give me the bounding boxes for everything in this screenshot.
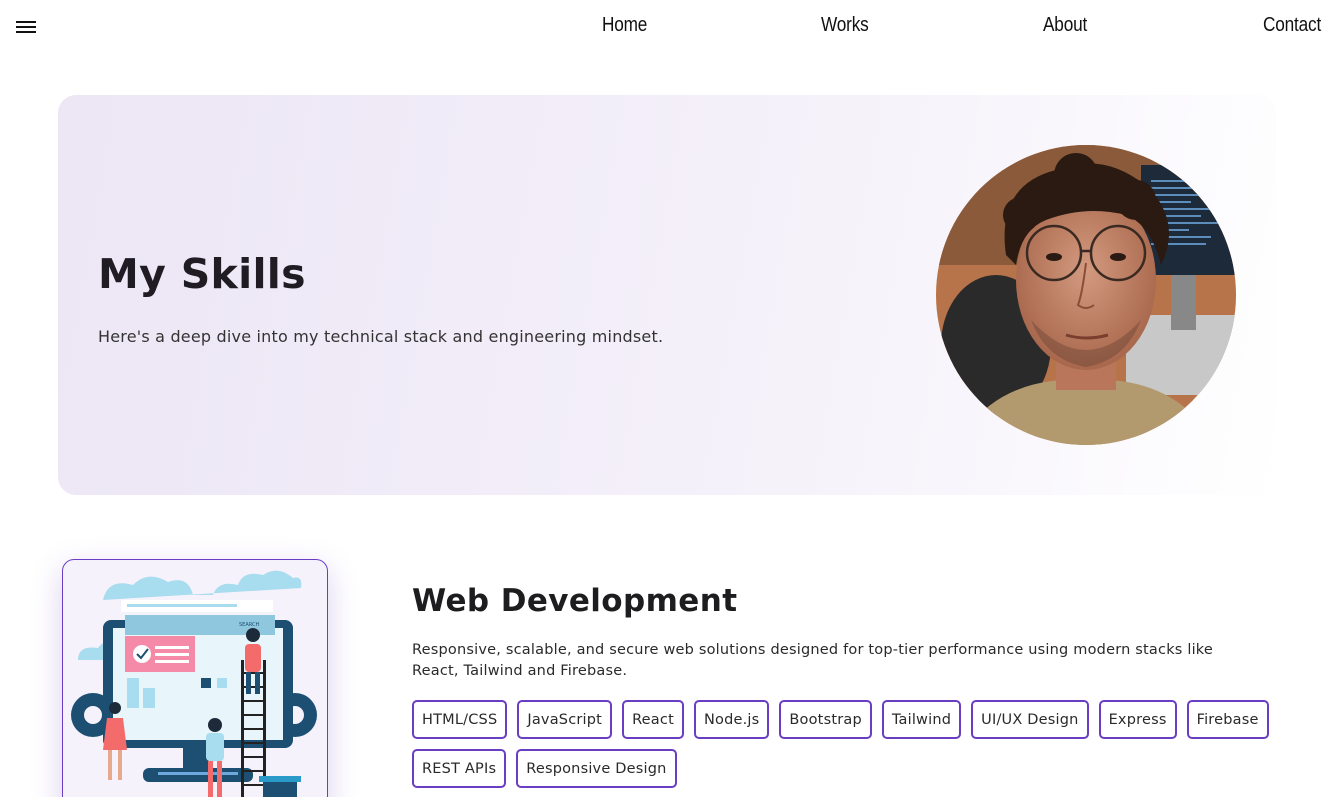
skill-tag-javascript[interactable]: JavaScript (517, 700, 613, 739)
hamburger-menu-icon[interactable] (16, 19, 36, 35)
skill-tag-react[interactable]: React (622, 700, 684, 739)
hero-subtitle: Here's a deep dive into my technical sta… (98, 327, 664, 346)
skill-tag-rest-apis[interactable]: REST APIs (412, 749, 507, 788)
skill-tag-firebase[interactable]: Firebase (1186, 700, 1269, 739)
skill-tag-html-css[interactable]: HTML/CSS (412, 700, 508, 739)
web-development-title: Web Development (412, 583, 738, 619)
skill-tag-tailwind[interactable]: Tailwind (881, 700, 962, 739)
skill-tag-nodejs[interactable]: Node.js (693, 700, 770, 739)
nav-home[interactable]: Home (602, 14, 647, 37)
nav-contact[interactable]: Contact (1263, 14, 1321, 37)
hero-banner: My Skills Here's a deep dive into my tec… (58, 95, 1276, 495)
web-development-description: Responsive, scalable, and secure web sol… (412, 642, 1214, 679)
illustration-search-text: SEARCH (239, 622, 259, 628)
skill-tag-bootstrap[interactable]: Bootstrap (779, 700, 872, 739)
skill-tag-ui-ux-design[interactable]: UI/UX Design (971, 700, 1089, 739)
skill-tag-responsive-design[interactable]: Responsive Design (516, 749, 677, 788)
profile-photo (936, 145, 1236, 445)
skill-tag-express[interactable]: Express (1098, 700, 1177, 739)
nav-about[interactable]: About (1043, 14, 1087, 37)
web-development-illustration: SEARCH (62, 559, 328, 797)
nav-works[interactable]: Works (821, 14, 869, 37)
page-title: My Skills (98, 250, 306, 298)
skill-tags: HTML/CSS JavaScript React Node.js Bootst… (412, 700, 1282, 788)
